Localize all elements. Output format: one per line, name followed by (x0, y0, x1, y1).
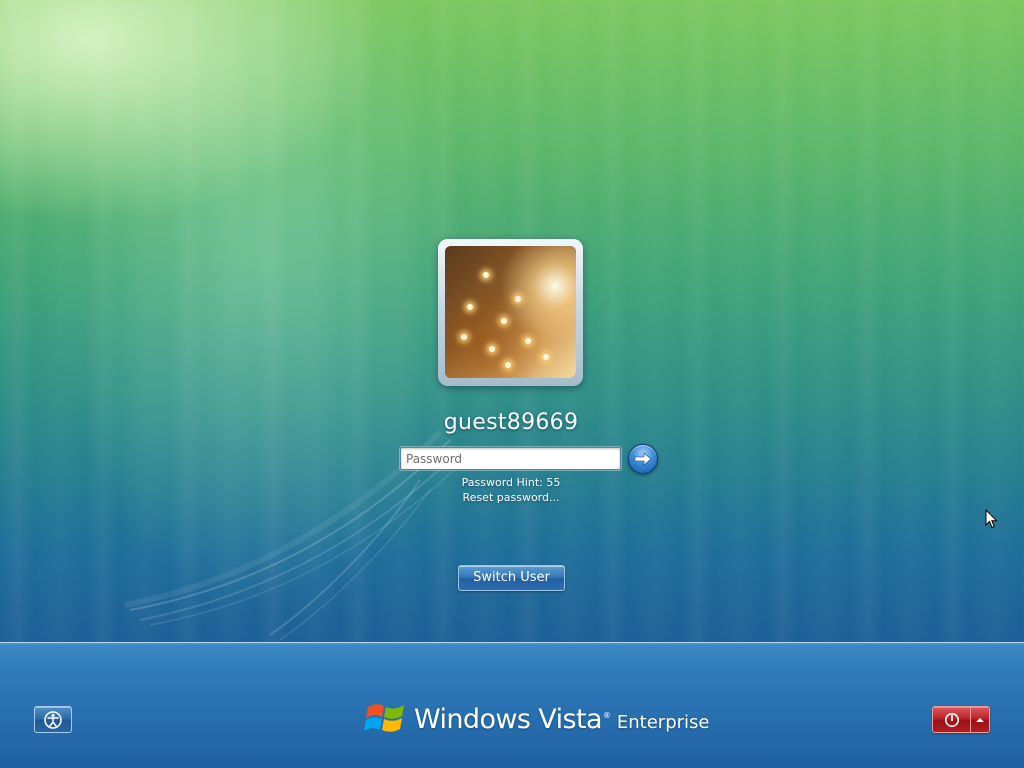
switch-user-button[interactable]: Switch User (458, 565, 565, 591)
power-icon (944, 712, 959, 727)
password-hint: Password Hint: 55 (461, 476, 561, 489)
brand-edition: Enterprise (616, 711, 710, 733)
shutdown-options-button[interactable] (971, 707, 989, 732)
up-arrow-icon (976, 717, 984, 722)
brand-name: Windows Vista (414, 703, 602, 735)
shutdown-button-group (932, 706, 990, 733)
brand-trademark: ® (602, 711, 611, 720)
user-picture (445, 246, 576, 378)
shutdown-button[interactable] (933, 707, 971, 732)
reset-password-link[interactable]: Reset password... (400, 491, 622, 504)
user-tile[interactable] (438, 239, 583, 386)
ease-of-access-icon (44, 710, 62, 729)
username-label: guest89669 (443, 410, 579, 435)
ease-of-access-button[interactable] (34, 706, 72, 733)
arrow-right-icon (634, 452, 652, 466)
mouse-cursor-icon (985, 509, 998, 529)
submit-button[interactable] (628, 444, 658, 474)
windows-brand: Windows Vista ® Enterprise (364, 697, 709, 741)
password-input[interactable] (400, 447, 621, 470)
user-picture-frame (445, 246, 576, 378)
windows-flag-icon (364, 704, 404, 732)
